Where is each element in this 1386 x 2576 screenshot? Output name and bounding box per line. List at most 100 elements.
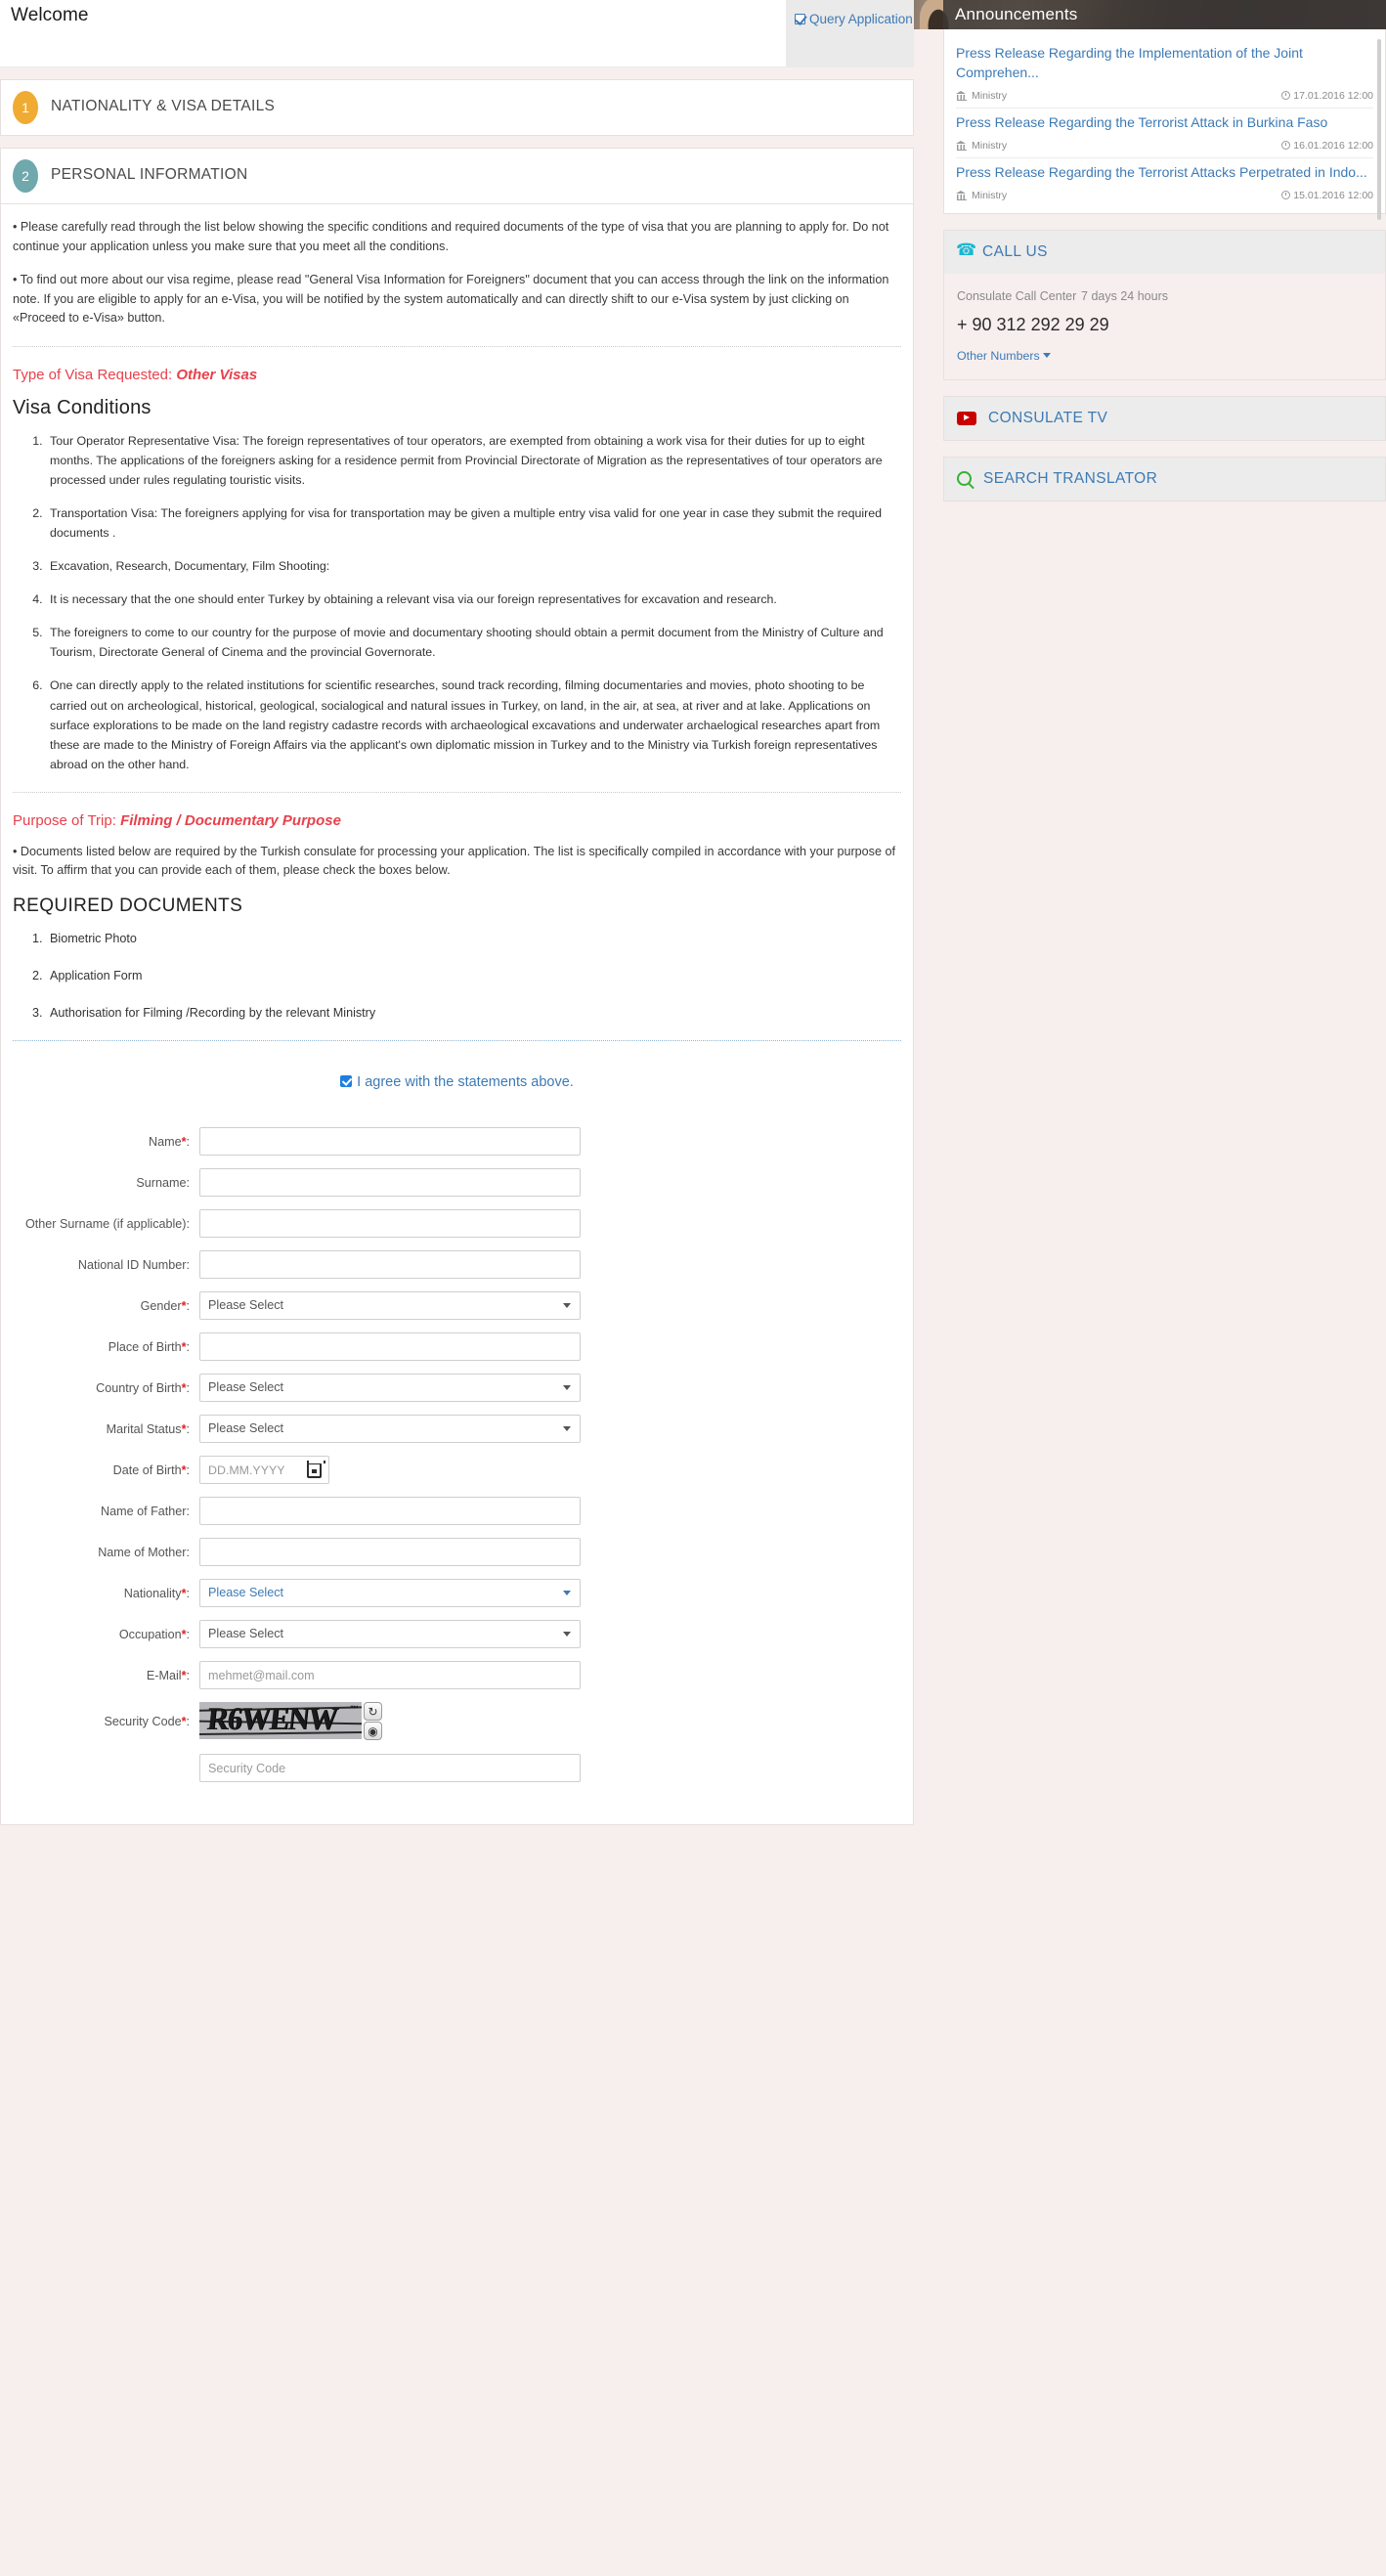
input-name-of-father[interactable] [199, 1497, 581, 1526]
visa-condition-item: Transportation Visa: The foreigners appl… [46, 503, 901, 543]
divider [13, 345, 901, 347]
call-us-label: CALL US [982, 242, 1048, 260]
input-other-surname[interactable] [199, 1209, 581, 1239]
input-national-id[interactable] [199, 1250, 581, 1280]
sidebar-column: Announcements Press Release Regarding th… [943, 0, 1386, 502]
announcement-item[interactable]: Press Release Regarding the Terrorist At… [956, 158, 1373, 207]
select-occupation-value: Please Select [208, 1627, 284, 1641]
calendar-icon[interactable] [307, 1461, 325, 1479]
select-gender-value: Please Select [208, 1298, 284, 1313]
visa-type-label: Type of Visa Requested: [13, 366, 173, 383]
announcement-title[interactable]: Press Release Regarding the Implementati… [956, 44, 1373, 83]
announcements-heading: Announcements [943, 0, 1386, 29]
announcement-item[interactable]: Press Release Regarding the Implementati… [956, 39, 1373, 109]
search-translator-label: SEARCH TRANSLATOR [983, 469, 1158, 487]
step-personal-information[interactable]: 2 PERSONAL INFORMATION [0, 148, 914, 204]
select-marital-status[interactable]: Please Select [199, 1415, 581, 1444]
required-marker: * [181, 1339, 187, 1354]
field-row-name-of-father: Name of Father: [13, 1497, 901, 1526]
search-translator-box[interactable]: SEARCH TRANSLATOR [943, 456, 1386, 502]
label-date-of-birth: Date of Birth*: [112, 1463, 190, 1477]
captcha-trademark: ™ [350, 1704, 359, 1715]
personal-information-form: Name*: Surname: Other Surname (if applic… [13, 1127, 901, 1783]
select-country-of-birth[interactable]: Please Select [199, 1374, 581, 1403]
page-title: Welcome [11, 5, 89, 25]
captcha-audio-icon[interactable]: ◉ [364, 1722, 382, 1741]
input-name-of-mother[interactable] [199, 1538, 581, 1567]
required-documents-list: Biometric Photo Application Form Authori… [13, 929, 901, 1023]
welcome-bar: Welcome Query Application [0, 0, 914, 67]
announcement-title[interactable]: Press Release Regarding the Terrorist At… [956, 163, 1373, 183]
consulate-tv-label: CONSULATE TV [988, 409, 1108, 426]
input-name[interactable] [199, 1127, 581, 1157]
input-email[interactable] [199, 1661, 581, 1690]
select-nationality[interactable]: Please Select [199, 1579, 581, 1608]
search-translator-header[interactable]: SEARCH TRANSLATOR [944, 457, 1385, 501]
visa-type-value: Other Visas [176, 366, 258, 383]
required-marker: * [181, 1586, 187, 1600]
agreement-row: I agree with the statements above. [13, 1074, 901, 1090]
announcement-source: Ministry [972, 189, 1008, 201]
clock-icon [1281, 140, 1291, 150]
purpose-of-trip-value: Filming / Documentary Purpose [120, 811, 341, 829]
purpose-of-trip-line: Purpose of Trip: Filming / Documentary P… [13, 812, 901, 829]
label-marital-status: Marital Status*: [106, 1421, 190, 1436]
call-center-phone[interactable]: + 90 312 292 29 29 [957, 315, 1372, 335]
select-marital-status-value: Please Select [208, 1421, 284, 1436]
captcha-image: R6WENW ™ [199, 1702, 362, 1740]
field-row-name: Name*: [13, 1127, 901, 1157]
main-content-column: Welcome Query Application 1 NATIONALITY … [0, 0, 914, 1826]
other-numbers-toggle[interactable]: Other Numbers [957, 349, 1372, 363]
announcement-item[interactable]: Press Release Regarding the Terrorist At… [956, 109, 1373, 158]
youtube-icon [957, 411, 976, 425]
divider [13, 791, 901, 793]
query-application-checkbox-icon [795, 14, 805, 24]
label-place-of-birth: Place of Birth*: [108, 1339, 190, 1354]
announcements-panel: Press Release Regarding the Implementati… [943, 29, 1386, 220]
field-row-national-id: National ID Number: [13, 1250, 901, 1280]
label-national-id: National ID Number: [77, 1257, 190, 1272]
captcha-buttons: ↻ ◉ [364, 1702, 382, 1741]
select-occupation[interactable]: Please Select [199, 1620, 581, 1649]
announcements-scrollbar[interactable] [1377, 39, 1381, 220]
step-2-badge: 2 [13, 159, 38, 193]
captcha-refresh-icon[interactable]: ↻ [364, 1702, 382, 1722]
chevron-down-icon [563, 1632, 571, 1637]
consulate-tv-box[interactable]: CONSULATE TV [943, 395, 1386, 441]
visa-condition-item: Excavation, Research, Documentary, Film … [46, 556, 901, 576]
input-surname[interactable] [199, 1168, 581, 1198]
visa-condition-item: Tour Operator Representative Visa: The f… [46, 431, 901, 490]
select-gender[interactable]: Please Select [199, 1291, 581, 1321]
announcement-source: Ministry [972, 89, 1008, 102]
visa-condition-item: One can directly apply to the related in… [46, 676, 901, 773]
field-row-country-of-birth: Country of Birth*: Please Select [13, 1374, 901, 1403]
phone-icon [956, 241, 976, 259]
required-marker: * [181, 1627, 187, 1641]
step-nationality-visa-details[interactable]: 1 NATIONALITY & VISA DETAILS [0, 79, 914, 136]
announcement-title[interactable]: Press Release Regarding the Terrorist At… [956, 113, 1373, 133]
ministry-icon [956, 191, 967, 200]
field-row-security-code-input [13, 1754, 901, 1783]
field-row-security-code: Security Code*: R6WENW ™ ↻ ◉ [13, 1702, 901, 1741]
visa-condition-item: It is necessary that the one should ente… [46, 589, 901, 609]
field-row-email: E-Mail*: [13, 1661, 901, 1690]
tab-query-application-label: Query Application [809, 12, 913, 26]
input-place-of-birth[interactable] [199, 1332, 581, 1362]
chevron-down-icon [563, 1426, 571, 1432]
call-us-header[interactable]: CALL US [944, 230, 1385, 274]
visa-condition-item: The foreigners to come to our country fo… [46, 623, 901, 662]
consulate-tv-header[interactable]: CONSULATE TV [944, 396, 1385, 440]
announcement-date: 17.01.2016 12:00 [1293, 89, 1373, 102]
tab-query-application[interactable]: Query Application [786, 0, 914, 67]
required-marker: * [181, 1380, 187, 1395]
step-1-badge: 1 [13, 91, 38, 124]
announcement-date: 16.01.2016 12:00 [1293, 139, 1373, 152]
label-country-of-birth: Country of Birth*: [96, 1380, 190, 1395]
label-security-code: Security Code*: [104, 1715, 190, 1729]
input-security-code[interactable] [199, 1754, 581, 1783]
purpose-of-trip-label: Purpose of Trip: [13, 811, 116, 829]
chevron-down-icon [563, 1591, 571, 1596]
call-us-content: Consulate Call Center 7 days 24 hours + … [944, 273, 1385, 379]
input-date-of-birth[interactable] [200, 1463, 290, 1477]
agreement-checkbox[interactable] [340, 1075, 353, 1088]
